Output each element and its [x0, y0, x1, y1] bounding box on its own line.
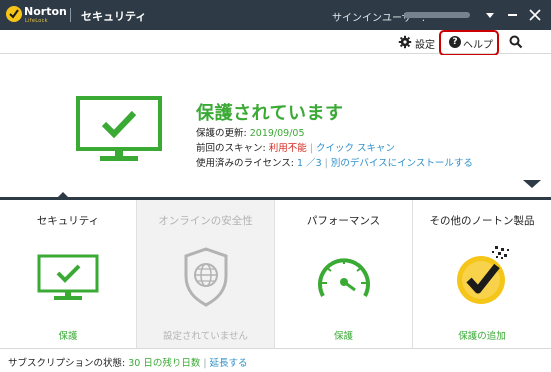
tile-status: 保護 — [58, 331, 78, 342]
search-icon[interactable] — [508, 34, 524, 50]
feature-tiles: セキュリティ 保護 オンラインの安全性 設定されていません パフォーマンス 保護… — [0, 200, 551, 348]
license-line: 使用済みのライセンス: 1 ／3 | 別のデバイスにインストールする — [196, 155, 473, 169]
days-remaining: 30 日の残り日数 — [128, 358, 201, 369]
renew-link[interactable]: 延長する — [210, 358, 248, 369]
tile-performance[interactable]: パフォーマンス 保護 — [275, 200, 413, 348]
monitor-check-icon — [37, 254, 99, 300]
gear-icon[interactable] — [398, 35, 412, 49]
account-dropdown-icon[interactable] — [486, 13, 494, 18]
status-heading: 保護されています — [196, 103, 344, 124]
tile-status: 設定されていません — [163, 331, 248, 342]
expand-caret-icon[interactable] — [523, 180, 541, 188]
tile-security[interactable]: セキュリティ 保護 — [0, 200, 137, 348]
norton-badge-icon — [457, 246, 509, 304]
window-title: セキュリティ — [81, 10, 147, 23]
tile-online-safety[interactable]: オンラインの安全性 設定されていません — [137, 200, 275, 348]
title-divider — [70, 8, 71, 22]
settings-button[interactable]: 設定 — [415, 36, 435, 51]
monitor-check-icon — [76, 96, 162, 161]
scan-label: 前回のスキャン: — [196, 143, 266, 154]
norton-check-icon — [6, 6, 22, 22]
scan-separator: | — [309, 143, 313, 154]
subscription-footer: サブスクリプションの状態: 30 日の残り日数 | 延長する — [0, 348, 551, 372]
tile-title: その他のノートン製品 — [429, 215, 535, 227]
install-other-device-link[interactable]: 別のデバイスにインストールする — [331, 158, 473, 169]
close-icon[interactable] — [528, 8, 542, 22]
selected-tab-pointer — [56, 192, 70, 199]
scan-value: 利用不能 — [268, 143, 307, 154]
brand-sub: LifeLock — [25, 18, 48, 24]
tile-title: オンラインの安全性 — [158, 215, 253, 227]
subscription-status: サブスクリプションの状態: 30 日の残り日数 | 延長する — [8, 355, 248, 369]
help-highlight-box — [439, 30, 499, 56]
scan-line: 前回のスキャン: 利用不能 | クイック スキャン — [196, 140, 395, 154]
shield-globe-icon — [184, 247, 228, 307]
update-line: 保護の更新: 2019/09/05 — [196, 125, 305, 139]
quick-scan-link[interactable]: クイック スキャン — [316, 143, 395, 154]
update-date: 2019/09/05 — [249, 128, 305, 139]
footer-separator: | — [203, 358, 207, 369]
norton-logo: Norton LifeLock — [6, 5, 67, 25]
license-separator: | — [324, 158, 328, 169]
user-name-redacted — [404, 12, 470, 18]
license-label: 使用済みのライセンス: — [196, 158, 295, 169]
tile-title: パフォーマンス — [306, 215, 381, 227]
protection-status-panel: 保護されています 保護の更新: 2019/09/05 前回のスキャン: 利用不能… — [0, 55, 551, 200]
minimize-button[interactable] — [508, 14, 517, 16]
speedometer-icon — [318, 258, 370, 297]
title-bar: Norton LifeLock セキュリティ サインインユーザー: — [0, 0, 551, 30]
tile-title: セキュリティ — [36, 215, 100, 227]
tile-status: 保護の追加 — [458, 331, 506, 342]
tile-other-norton-products[interactable]: その他のノートン製品 保護の追加 — [413, 200, 551, 348]
subscription-label: サブスクリプションの状態: — [8, 358, 126, 369]
update-label: 保護の更新: — [196, 128, 247, 139]
license-value[interactable]: 1 ／3 — [297, 158, 322, 169]
brand-name: Norton — [24, 5, 67, 18]
tile-status: 保護 — [333, 331, 353, 342]
